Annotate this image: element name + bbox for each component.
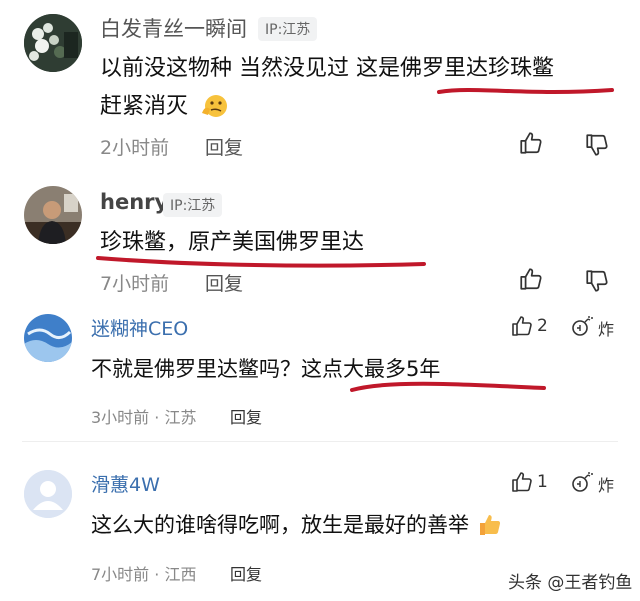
thumb-down-icon[interactable] — [584, 132, 610, 158]
thinking-emoji-icon — [202, 95, 228, 117]
watermark: 头条 @王者钓鱼 — [508, 573, 633, 593]
thumb-up-icon[interactable] — [518, 266, 544, 292]
comment-text-line: 这么大的谁啥得吃啊，放生是最好的善举 — [91, 510, 504, 540]
thumb-up-icon[interactable] — [510, 470, 534, 494]
comment-text: 这么大的谁啥得吃啊，放生是最好的善举 — [91, 513, 469, 537]
bomb-icon[interactable] — [570, 314, 594, 338]
username[interactable]: 滑蕙4W — [91, 470, 160, 497]
red-underline — [437, 88, 614, 94]
username[interactable]: 白发青丝一瞬间 — [100, 13, 247, 43]
comment-text-part: 赶紧消灭 — [100, 94, 189, 119]
reply-button[interactable]: 回复 — [230, 561, 262, 585]
red-underline — [350, 381, 546, 392]
bomb-label[interactable]: 炸 — [598, 316, 614, 340]
avatar-image — [24, 314, 72, 362]
avatar[interactable] — [24, 14, 82, 72]
ip-badge: IP:江苏 — [163, 193, 223, 217]
reply-button[interactable]: 回复 — [205, 269, 243, 296]
bomb-label[interactable]: 炸 — [598, 472, 614, 496]
reply-button[interactable]: 回复 — [230, 404, 262, 428]
reply-button[interactable]: 回复 — [205, 133, 243, 160]
bomb-icon[interactable] — [570, 470, 594, 494]
divider — [22, 441, 618, 442]
thumbs-up-emoji-icon — [479, 515, 500, 535]
avatar-image — [24, 186, 82, 244]
thumb-up-icon[interactable] — [518, 130, 544, 156]
avatar[interactable] — [24, 470, 72, 518]
default-avatar-icon — [24, 470, 72, 518]
comment-time: 7小时前 · 江西 — [91, 565, 197, 584]
like-count: 1 — [537, 472, 548, 492]
comment-time: 2小时前 — [100, 137, 170, 159]
comment-text: 以前没这物种 当然没见过 这是佛罗里达珍珠鳖 — [100, 56, 554, 81]
comment-text-line2: 赶紧消灭 — [100, 91, 229, 122]
username[interactable]: henry — [100, 190, 168, 214]
avatar-image — [24, 14, 82, 72]
comment-time: 3小时前 · 江苏 — [91, 408, 197, 427]
ip-badge: IP:江苏 — [258, 17, 318, 41]
thumb-up-icon[interactable] — [510, 314, 534, 338]
avatar[interactable] — [24, 314, 72, 362]
avatar[interactable] — [24, 186, 82, 244]
like-count: 2 — [537, 316, 548, 336]
thumb-down-icon[interactable] — [584, 268, 610, 294]
username[interactable]: 迷糊神CEO — [91, 314, 188, 341]
comment-time: 7小时前 — [100, 273, 170, 295]
